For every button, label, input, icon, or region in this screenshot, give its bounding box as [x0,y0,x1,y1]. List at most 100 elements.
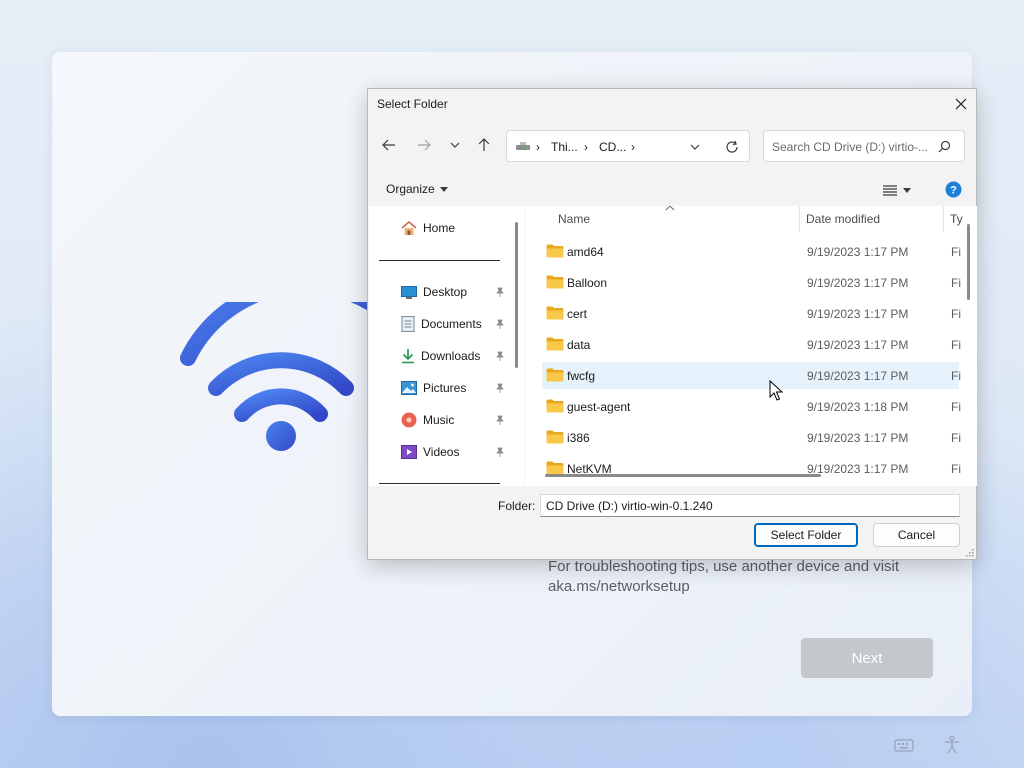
file-name: data [567,338,591,352]
nav-scrollbar[interactable] [515,222,518,368]
search-icon[interactable] [938,140,951,153]
svg-text:?: ? [950,185,957,197]
file-row-data[interactable]: data 9/19/2023 1:17 PM Fi [542,331,961,358]
up-button[interactable] [474,135,494,155]
music-icon [401,412,417,428]
nav-item-downloads[interactable]: Downloads [401,346,480,366]
file-date-modified: 9/19/2023 1:17 PM [807,245,909,259]
file-type: Fi [951,400,961,414]
cancel-button[interactable]: Cancel [873,523,960,547]
arrow-up-icon [478,138,490,151]
refresh-icon[interactable] [725,140,739,154]
address-dropdown-icon[interactable] [690,144,700,150]
next-button[interactable]: Next [801,638,933,678]
troubleshooting-text: For troubleshooting tips, use another de… [548,558,900,595]
vertical-scrollbar[interactable] [967,224,970,300]
nav-item-documents[interactable]: Documents [401,314,482,334]
nav-item-music[interactable]: Music [401,410,454,430]
drive-icon [516,142,530,150]
folder-label: Folder: [498,499,536,513]
folder-name-input[interactable] [540,494,960,517]
pin-icon[interactable] [495,447,505,457]
accessibility-icon[interactable] [941,734,963,756]
file-row-fwcfg[interactable]: fwcfg 9/19/2023 1:17 PM Fi [542,362,961,389]
resize-grip-icon[interactable] [964,547,974,557]
nav-item-desktop[interactable]: Desktop [401,282,467,302]
arrow-left-icon [382,139,395,151]
file-name: amd64 [567,245,604,259]
pin-icon[interactable] [495,415,505,425]
breadcrumb-cd-drive[interactable]: CD... [599,140,626,154]
folder-icon [546,244,564,258]
nav-item-label: Home [423,221,456,235]
downloads-icon [402,349,414,364]
file-date-modified: 9/19/2023 1:17 PM [807,276,909,290]
close-icon [955,98,967,110]
pin-icon[interactable] [495,287,505,297]
file-type: Fi [951,338,961,352]
nav-item-pictures[interactable]: Pictures [401,378,466,398]
column-header-date-modified[interactable]: Date modified [806,212,880,226]
file-date-modified: 9/19/2023 1:17 PM [807,462,909,476]
search-input[interactable] [772,138,934,156]
nav-divider [379,260,500,261]
breadcrumb-this-pc[interactable]: Thi... [551,140,578,154]
file-row-guest-agent[interactable]: guest-agent 9/19/2023 1:18 PM Fi [542,393,961,420]
mouse-cursor-icon [769,380,783,401]
back-button[interactable] [379,135,399,155]
folder-icon [546,430,564,444]
nav-item-label: Desktop [423,285,468,299]
file-row-balloon[interactable]: Balloon 9/19/2023 1:17 PM Fi [542,269,961,296]
help-icon[interactable]: ? [945,181,962,198]
file-row-amd64[interactable]: amd64 9/19/2023 1:17 PM Fi [542,238,961,265]
folder-icon [546,337,564,351]
file-date-modified: 9/19/2023 1:17 PM [807,369,909,383]
file-list: Name Date modified Ty amd64 9/19/2023 1:1… [525,206,977,486]
column-header-name[interactable]: Name [558,212,590,226]
change-view-button[interactable] [883,181,921,199]
sort-ascending-icon [665,206,675,211]
file-date-modified: 9/19/2023 1:18 PM [807,400,909,414]
wifi-icon [180,302,390,451]
file-name: Balloon [567,276,608,290]
select-folder-button[interactable]: Select Folder [754,523,858,547]
recent-locations-button[interactable] [445,135,465,155]
search-box[interactable] [763,130,965,162]
nav-item-label: Videos [423,445,460,459]
nav-divider [379,483,500,484]
organize-menu[interactable]: Organize [386,182,448,196]
pin-icon[interactable] [495,319,505,329]
folder-icon [546,399,564,413]
keyboard-icon[interactable] [893,734,915,756]
file-row-netkvm[interactable]: NetKVM 9/19/2023 1:17 PM Fi [542,455,961,482]
column-divider[interactable] [943,206,944,232]
pin-icon[interactable] [495,351,505,361]
nav-item-label: Documents [421,317,482,331]
forward-button[interactable] [414,135,434,155]
horizontal-scrollbar[interactable] [545,474,821,477]
caret-down-icon [439,186,448,192]
folder-icon [546,275,564,289]
nav-item-home[interactable]: Home [401,218,455,238]
file-type: Fi [951,276,961,290]
file-row-cert[interactable]: cert 9/19/2023 1:17 PM Fi [542,300,961,327]
file-type: Fi [951,431,961,445]
arrow-right-icon [418,139,431,151]
file-date-modified: 9/19/2023 1:17 PM [807,307,909,321]
close-button[interactable] [946,89,976,119]
nav-item-label: Pictures [423,381,467,395]
file-name: guest-agent [567,400,631,414]
file-type: Fi [951,245,961,259]
pin-icon[interactable] [495,383,505,393]
address-bar[interactable]: › Thi... › CD... › [506,130,750,162]
file-row-i386[interactable]: i386 9/19/2023 1:17 PM Fi [542,424,961,451]
breadcrumb-separator: › [631,140,635,154]
file-type: Fi [951,307,961,321]
caret-down-icon [903,187,911,193]
column-divider[interactable] [799,206,800,232]
file-type: Fi [951,369,961,383]
nav-item-videos[interactable]: Videos [401,442,459,462]
file-date-modified: 9/19/2023 1:17 PM [807,338,909,352]
videos-icon [401,445,417,459]
column-header-type[interactable]: Ty [950,212,963,226]
